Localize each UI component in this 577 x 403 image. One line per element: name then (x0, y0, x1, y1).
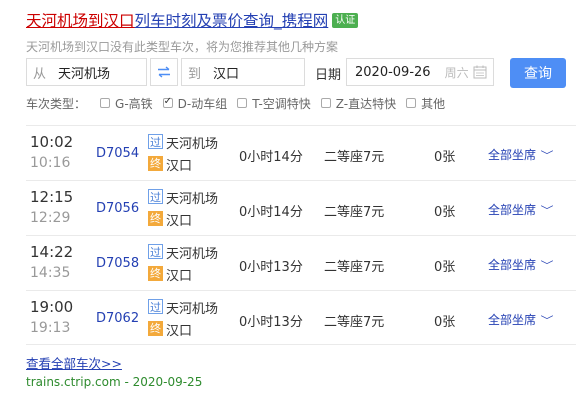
weekday: 周六 (444, 65, 469, 80)
all-seats-label[interactable]: 全部坐席 (488, 146, 536, 163)
to-station: 汉口 (166, 214, 193, 229)
arrive-time: 12:29 (30, 210, 71, 226)
from-station-value[interactable]: 天河机场 (58, 63, 110, 82)
from-station-field[interactable]: 从 天河机场 (26, 58, 147, 86)
seat-price: 二等座7元 (324, 150, 385, 165)
filter-option[interactable]: G-高铁 (100, 95, 153, 112)
duration: 0小时14分 (239, 150, 303, 165)
title-rest[interactable]: 列车时刻及票价查询_携程网 (135, 12, 329, 30)
seat-price: 二等座7元 (324, 315, 385, 330)
pass-through-tag: 过 (148, 244, 163, 259)
filter-option[interactable]: 其他 (406, 95, 445, 112)
filter-option[interactable]: Z-直达特快 (320, 95, 396, 112)
view-all-trains-link[interactable]: 查看全部车次>> (26, 353, 122, 372)
all-seats-toggle[interactable]: 全部坐席 ﹀ (488, 311, 554, 328)
filter-option[interactable]: D-动车组 (162, 95, 228, 112)
tickets-left: 0张 (434, 205, 456, 220)
chevron-down-icon[interactable]: ﹀ (541, 312, 554, 327)
from-station: 天河机场 (166, 247, 219, 262)
date-value[interactable]: 2020-09-26 (355, 65, 431, 80)
train-row: 19:00 19:13 D7062 过 终 天河机场 汉口 0小时13分 二等座… (26, 290, 576, 345)
train-number-link[interactable]: D7054 (96, 146, 139, 161)
filter-option-label[interactable]: G-高铁 (115, 95, 153, 112)
source-url[interactable]: trains.ctrip.com - 2020-09-25 (26, 375, 202, 389)
from-prefix: 从 (33, 66, 47, 82)
terminal-tag: 终 (148, 211, 163, 226)
filter-label: 车次类型： (26, 96, 87, 111)
title-highlight[interactable]: 天河机场到汉口 (26, 12, 135, 30)
to-station-value[interactable]: 汉口 (213, 63, 239, 82)
tickets-left: 0张 (434, 315, 456, 330)
all-seats-label[interactable]: 全部坐席 (488, 256, 536, 273)
query-button[interactable]: 查询 (510, 58, 566, 88)
to-station: 汉口 (166, 324, 193, 339)
to-prefix: 到 (188, 66, 202, 82)
terminal-tag: 终 (148, 156, 163, 171)
search-form: 从 天河机场 到 汉口 日期 2020-09-26 周六 查询 (26, 58, 566, 88)
chevron-down-icon[interactable]: ﹀ (541, 147, 554, 162)
filter-option-label[interactable]: T-空调特快 (252, 95, 311, 112)
chevron-down-icon[interactable]: ﹀ (541, 257, 554, 272)
chevron-down-icon[interactable]: ﹀ (541, 202, 554, 217)
pass-through-tag: 过 (148, 299, 163, 314)
seat-price: 二等座7元 (324, 205, 385, 220)
train-number-link[interactable]: D7062 (96, 311, 139, 326)
arrive-time: 10:16 (30, 155, 71, 171)
all-seats-toggle[interactable]: 全部坐席 ﹀ (488, 201, 554, 218)
all-seats-label[interactable]: 全部坐席 (488, 201, 536, 218)
from-station: 天河机场 (166, 137, 219, 152)
train-list: 10:02 10:16 D7054 过 终 天河机场 汉口 0小时14分 二等座… (26, 125, 576, 345)
train-row: 12:15 12:29 D7056 过 终 天河机场 汉口 0小时14分 二等座… (26, 180, 576, 235)
checkbox[interactable] (237, 98, 248, 108)
result-title-link[interactable]: 天河机场到汉口列车时刻及票价查询_携程网 (26, 9, 328, 31)
to-station-field[interactable]: 到 汉口 (181, 58, 305, 86)
depart-time: 19:00 (30, 298, 74, 316)
checkbox[interactable] (162, 96, 173, 108)
train-number-link[interactable]: D7058 (96, 256, 139, 271)
checkbox[interactable] (406, 98, 417, 108)
tickets-left: 0张 (434, 260, 456, 275)
checkbox[interactable] (320, 98, 331, 108)
to-station: 汉口 (166, 269, 193, 284)
depart-time: 14:22 (30, 243, 74, 261)
terminal-tag: 终 (148, 266, 163, 281)
from-station: 天河机场 (166, 302, 219, 317)
duration: 0小时13分 (239, 260, 303, 275)
no-result-note: 天河机场到汉口没有此类型车次，将为您推荐其他几种方案 (26, 40, 339, 54)
filter-option-label[interactable]: 其他 (421, 95, 445, 112)
tickets-left: 0张 (434, 150, 456, 165)
swap-arrows-icon (158, 66, 170, 78)
terminal-tag: 终 (148, 321, 163, 336)
duration: 0小时14分 (239, 205, 303, 220)
filter-option-label[interactable]: D-动车组 (178, 95, 228, 112)
filter-option[interactable]: T-空调特快 (237, 95, 311, 112)
swap-stations-button[interactable] (150, 58, 178, 86)
arrive-time: 19:13 (30, 320, 71, 336)
train-row: 10:02 10:16 D7054 过 终 天河机场 汉口 0小时14分 二等座… (26, 125, 576, 180)
depart-time: 12:15 (30, 188, 74, 206)
all-seats-label[interactable]: 全部坐席 (488, 311, 536, 328)
all-seats-toggle[interactable]: 全部坐席 ﹀ (488, 256, 554, 273)
from-station: 天河机场 (166, 192, 219, 207)
arrive-time: 14:35 (30, 265, 71, 281)
pass-through-tag: 过 (148, 134, 163, 149)
date-label: 日期 (315, 68, 342, 83)
all-seats-toggle[interactable]: 全部坐席 ﹀ (488, 146, 554, 163)
depart-time: 10:02 (30, 133, 74, 151)
train-number-link[interactable]: D7056 (96, 201, 139, 216)
to-station: 汉口 (166, 159, 193, 174)
train-row: 14:22 14:35 D7058 过 终 天河机场 汉口 0小时13分 二等座… (26, 235, 576, 290)
pass-through-tag: 过 (148, 189, 163, 204)
date-field[interactable]: 2020-09-26 周六 (346, 58, 494, 86)
checkbox[interactable] (100, 98, 111, 108)
duration: 0小时13分 (239, 315, 303, 330)
verified-badge: 认证 (332, 12, 359, 28)
result-title-row: 天河机场到汉口列车时刻及票价查询_携程网 认证 (26, 9, 359, 31)
train-type-filters: 车次类型： G-高铁 D-动车组 T-空调特快 Z-直达特快 其他 (26, 94, 445, 112)
filter-option-label[interactable]: Z-直达特快 (336, 95, 396, 112)
calendar-icon[interactable] (473, 65, 487, 79)
seat-price: 二等座7元 (324, 260, 385, 275)
